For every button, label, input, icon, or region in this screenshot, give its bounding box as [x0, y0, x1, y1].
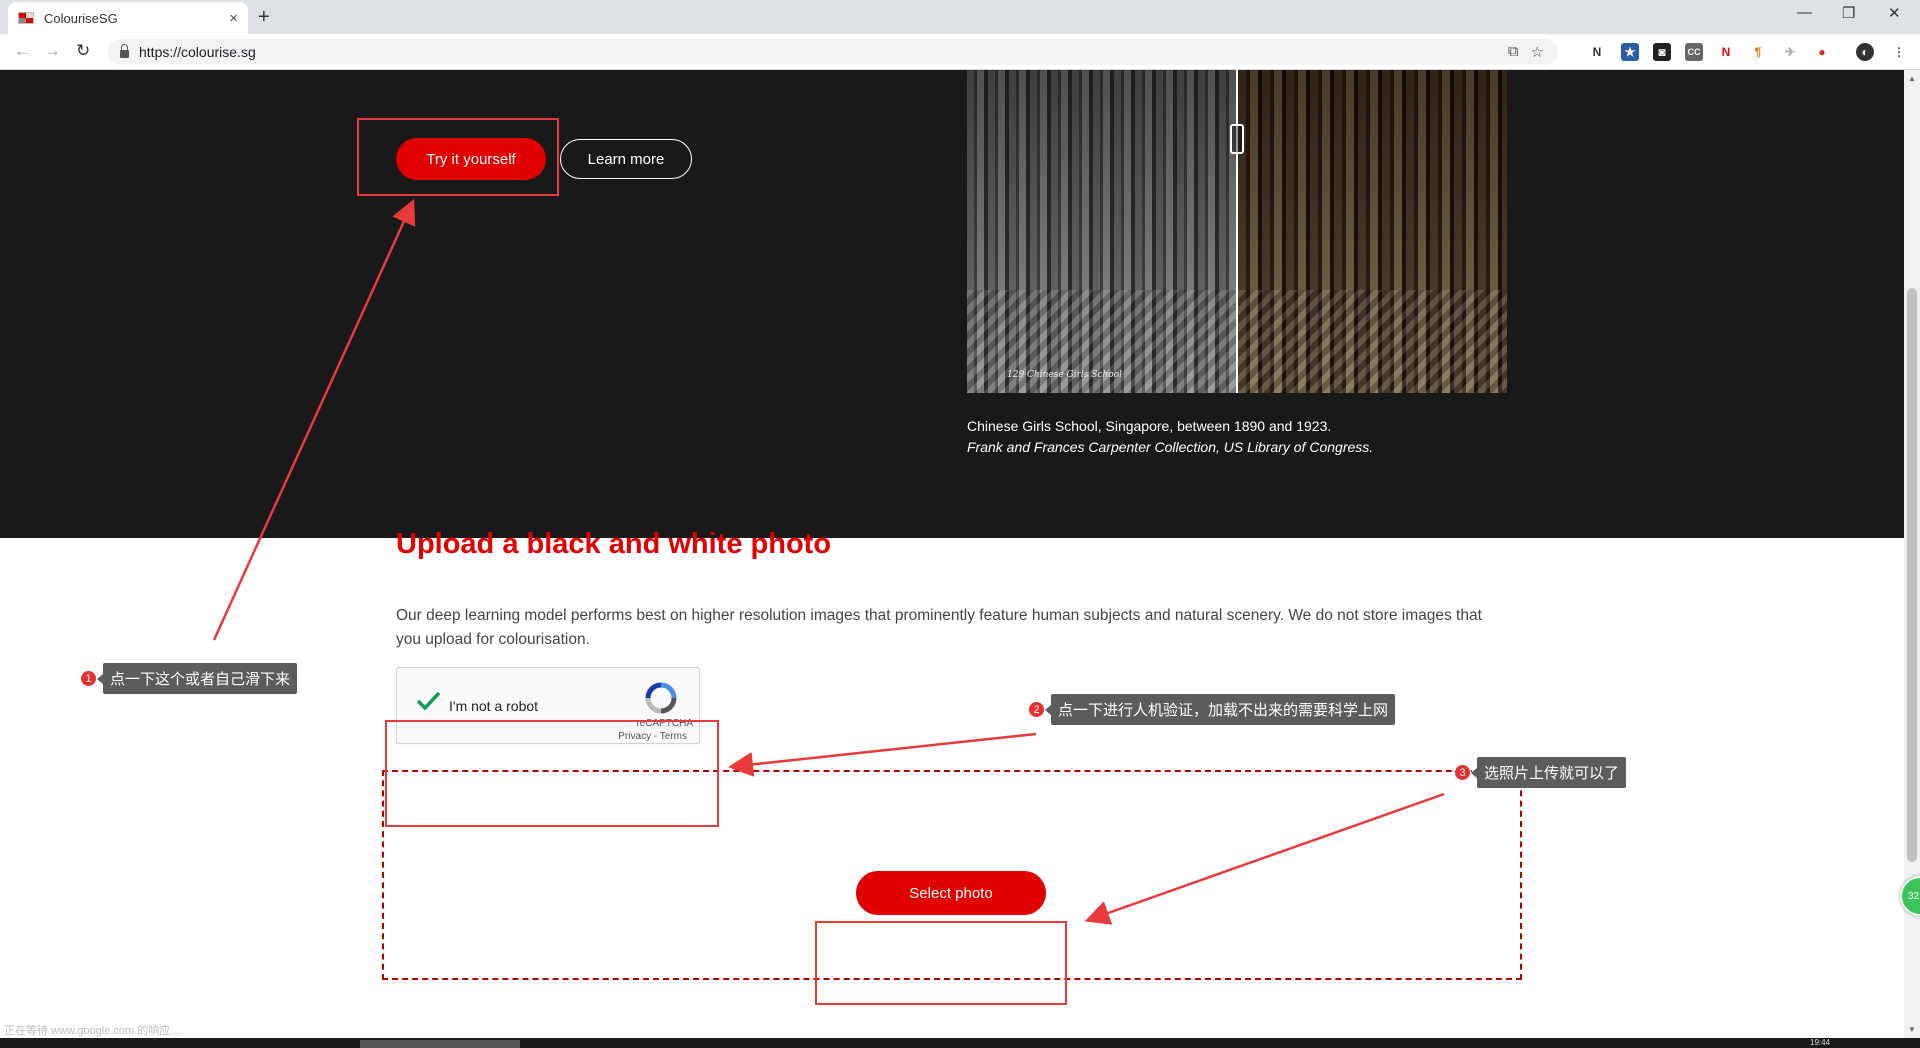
annotation-number: 2 — [1028, 701, 1045, 718]
photo-credit: Frank and Frances Carpenter Collection, … — [967, 439, 1374, 455]
ext-bird-icon[interactable]: ✈ — [1781, 43, 1799, 61]
scroll-up-icon[interactable]: ▲ — [1908, 74, 1916, 83]
taskbar — [0, 1038, 1920, 1048]
scrollbar-thumb[interactable] — [1907, 288, 1917, 862]
status-bar: 正在等待 www.google.com 的响应... — [0, 1020, 184, 1038]
annotation-box-select — [815, 921, 1067, 1005]
select-photo-button[interactable]: Select photo — [856, 871, 1046, 915]
captcha-label: I'm not a robot — [449, 698, 539, 714]
tab-title: ColouriseSG — [44, 10, 118, 26]
upload-title: Upload a black and white photo — [396, 528, 832, 560]
check-icon[interactable] — [415, 688, 441, 714]
ext-star-icon[interactable]: ★ — [1621, 43, 1639, 61]
recaptcha-logo-icon — [645, 682, 677, 714]
colourise-favicon-icon — [18, 12, 34, 24]
tab-close-icon[interactable]: × — [229, 10, 238, 27]
new-tab-button[interactable]: + — [258, 6, 270, 29]
annotation-box-try — [357, 118, 559, 196]
url-text: https://colourise.sg — [139, 44, 256, 60]
upload-description: Our deep learning model performs best on… — [396, 607, 1482, 648]
comparison-slider-handle[interactable] — [1230, 124, 1244, 154]
scroll-down-icon[interactable]: ▼ — [1908, 1025, 1916, 1034]
ext-n-icon[interactable]: N — [1588, 43, 1606, 61]
annotation-box-captcha — [385, 720, 719, 827]
annotation-text: 选照片上传就可以了 — [1470, 757, 1627, 788]
hero-section: Try it yourself Learn more 129 Chinese G… — [0, 70, 1904, 538]
comparison-divider — [1236, 70, 1238, 393]
annotation-number: 3 — [1454, 764, 1471, 781]
browser-tab[interactable]: ColouriseSG × — [8, 2, 248, 34]
annotation-3: 3 选照片上传就可以了 — [1454, 757, 1627, 788]
bookmark-star-icon[interactable]: ☆ — [1531, 43, 1544, 61]
ext-netflix-icon[interactable]: N — [1717, 43, 1735, 61]
annotation-text: 点一下进行人机验证，加载不出来的需要科学上网 — [1044, 694, 1396, 725]
taskbar-active-item[interactable] — [360, 1040, 520, 1048]
annotation-text: 点一下这个或者自己滑下来 — [96, 663, 298, 694]
lock-icon — [120, 44, 129, 58]
menu-icon[interactable]: ⋮ — [1890, 43, 1908, 61]
profile-icon[interactable]: ◐ — [1856, 43, 1874, 61]
browser-toolbar: ← → ↻ https://colourise.sg ⧉ ☆ N ★ ◙ CC … — [0, 34, 1920, 70]
taskbar-clock: 19:44 — [1810, 1038, 1831, 1047]
restore-button[interactable]: ❐ — [1842, 4, 1855, 22]
minimize-button[interactable]: — — [1797, 4, 1812, 21]
photo-caption: Chinese Girls School, Singapore, between… — [967, 418, 1332, 434]
back-icon[interactable]: ← — [14, 41, 31, 61]
translate-icon[interactable]: ⧉ — [1508, 43, 1519, 61]
learn-more-button[interactable]: Learn more — [560, 139, 692, 179]
annotation-number: 1 — [80, 670, 97, 687]
annotation-2: 2 点一下进行人机验证，加载不出来的需要科学上网 — [1028, 694, 1396, 725]
ext-pilcrow-icon[interactable]: ¶ — [1749, 43, 1767, 61]
forward-icon[interactable]: → — [44, 41, 61, 61]
close-window-button[interactable]: ✕ — [1888, 4, 1901, 22]
before-after-photo[interactable]: 129 Chinese Girls School — [967, 70, 1507, 393]
reload-icon[interactable]: ↻ — [76, 41, 90, 61]
tab-bar: ColouriseSG × + — ❐ ✕ — [0, 0, 1920, 34]
ext-ghost-icon[interactable]: ◙ — [1653, 43, 1671, 61]
photo-watermark: 129 Chinese Girls School — [1007, 370, 1122, 380]
annotation-1: 1 点一下这个或者自己滑下来 — [80, 663, 298, 694]
ext-record-icon[interactable]: ● — [1813, 43, 1831, 61]
ext-cc-icon[interactable]: CC — [1685, 43, 1703, 61]
address-bar[interactable]: https://colourise.sg ⧉ ☆ — [108, 39, 1558, 65]
